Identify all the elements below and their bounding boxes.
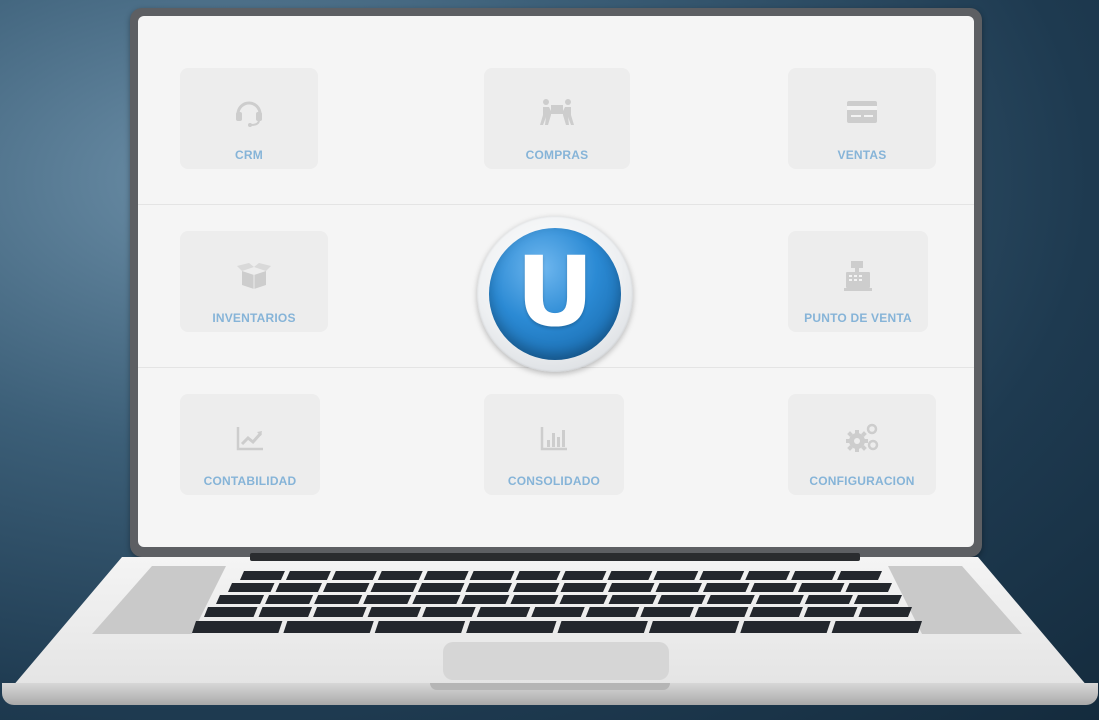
keyboard-key	[423, 571, 469, 580]
keyboard-key	[323, 583, 370, 592]
keyboard-key	[283, 621, 374, 633]
keyboard-key	[740, 621, 831, 633]
keyboard-key	[204, 607, 258, 617]
keyboard-key	[367, 607, 422, 617]
keyboard-key	[749, 607, 803, 617]
keyboard-key	[313, 607, 367, 617]
keyboard-key	[228, 583, 275, 592]
keyboard	[192, 571, 922, 633]
keyboard-key	[653, 571, 699, 580]
keyboard-key	[363, 595, 412, 604]
keyboard-key	[561, 571, 607, 580]
keyboard-key	[608, 583, 655, 592]
keyboard-key	[803, 607, 858, 617]
keyboard-key	[585, 607, 640, 617]
keyboard-key	[510, 595, 559, 604]
keyboard-key	[418, 583, 465, 592]
keyboard-key	[412, 595, 461, 604]
keyboard-key	[845, 583, 892, 592]
keyboard-key	[265, 595, 314, 604]
keyboard-key	[703, 583, 750, 592]
keyboard-key	[240, 571, 285, 580]
keyboard-key	[791, 571, 837, 580]
keyboard-key	[755, 595, 804, 604]
keyboard-key	[853, 595, 902, 604]
keyboard-key	[831, 621, 922, 633]
laptop-lid-notch	[430, 683, 670, 690]
keyboard-key	[314, 595, 363, 604]
keyboard-key	[657, 595, 706, 604]
keyboard-key	[750, 583, 797, 592]
keyboard-key	[640, 607, 694, 617]
keyboard-key	[694, 607, 749, 617]
keyboard-key	[370, 583, 417, 592]
keyboard-key	[837, 571, 882, 580]
keyboard-key	[331, 571, 377, 580]
keyboard-key	[798, 583, 845, 592]
keyboard-key	[607, 571, 653, 580]
keyboard-key	[192, 621, 283, 633]
keyboard-key	[648, 621, 740, 633]
keyboard-key	[858, 607, 912, 617]
keyboard-key	[699, 571, 745, 580]
keyboard-key	[258, 607, 313, 617]
keyboard-key	[275, 583, 322, 592]
keyboard-key	[513, 583, 560, 592]
keyboard-key	[745, 571, 791, 580]
keyboard-key	[374, 621, 466, 633]
keyboard-key	[557, 621, 648, 633]
keyboard-key	[655, 583, 702, 592]
keyboard-key	[559, 595, 608, 604]
keyboard-key	[422, 607, 476, 617]
keyboard-key	[216, 595, 265, 604]
keyboard-key	[560, 583, 607, 592]
keyboard-key	[515, 571, 561, 580]
keyboard-key	[285, 571, 331, 580]
keyboard-key	[804, 595, 853, 604]
keyboard-key	[706, 595, 755, 604]
keyboard-key	[469, 571, 515, 580]
touchpad	[443, 642, 669, 680]
keyboard-key	[466, 621, 557, 633]
keyboard-key	[465, 583, 512, 592]
keyboard-key	[608, 595, 657, 604]
keyboard-key	[377, 571, 423, 580]
keyboard-key	[461, 595, 510, 604]
keyboard-key	[531, 607, 585, 617]
keyboard-key	[476, 607, 531, 617]
